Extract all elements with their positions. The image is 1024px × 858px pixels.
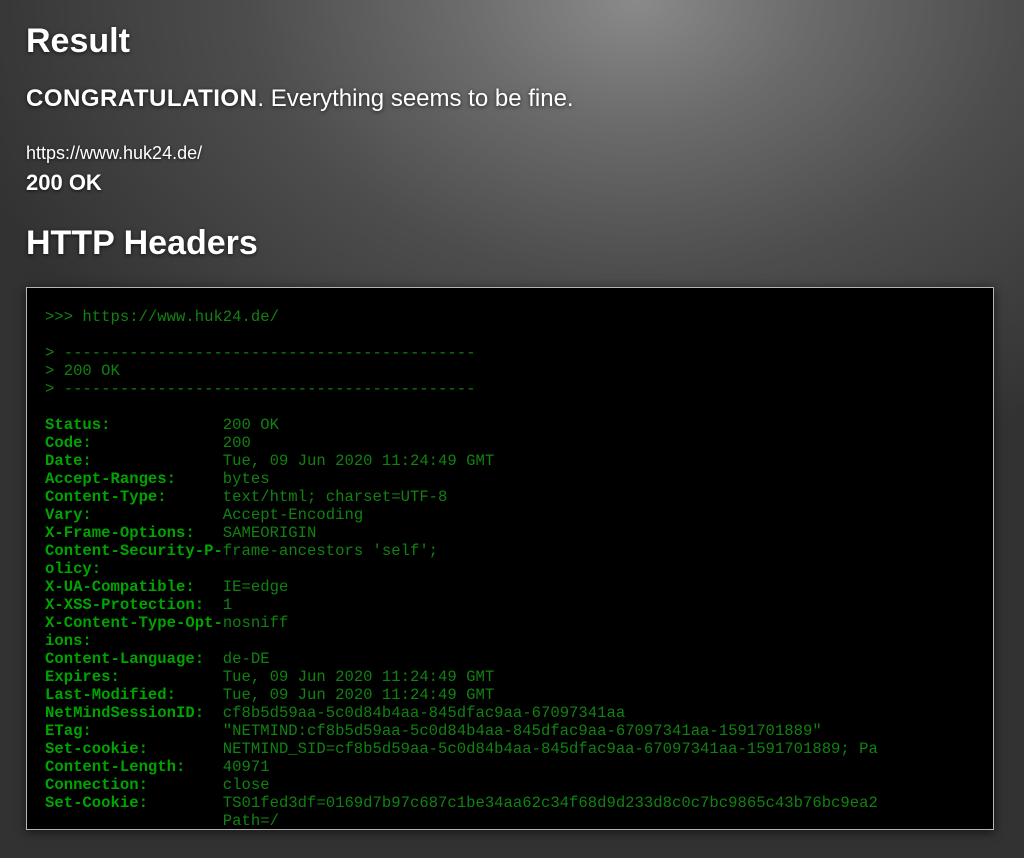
result-heading: Result — [26, 22, 998, 61]
congratulation-label: CONGRATULATION — [26, 85, 257, 112]
http-status: 200 OK — [26, 170, 998, 196]
message-tail: . Everything seems to be fine. — [257, 85, 573, 112]
tested-url: https://www.huk24.de/ — [26, 143, 998, 164]
http-headers-heading: HTTP Headers — [26, 224, 998, 263]
result-message: CONGRATULATION. Everything seems to be f… — [26, 85, 998, 113]
terminal-output[interactable]: >>> https://www.huk24.de/ > ------------… — [26, 287, 994, 830]
page-container: Result CONGRATULATION. Everything seems … — [0, 0, 1024, 856]
terminal-pre: >>> https://www.huk24.de/ > ------------… — [45, 308, 993, 830]
